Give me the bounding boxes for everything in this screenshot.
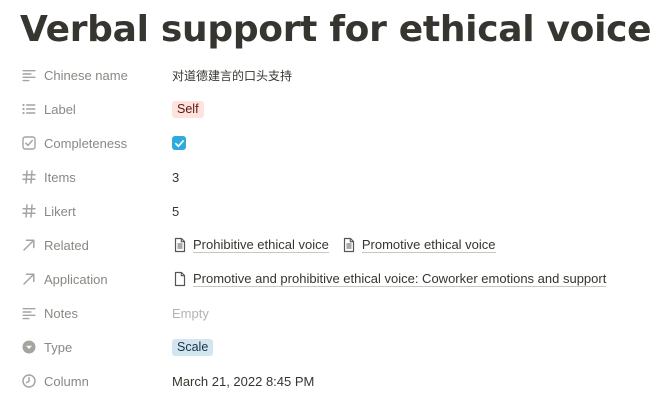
relation-link-text: Prohibitive ethical voice bbox=[193, 237, 329, 253]
property-label: Notes bbox=[44, 305, 78, 321]
page-title[interactable]: Verbal support for ethical voice bbox=[20, 6, 652, 54]
property-value-likert[interactable]: 5 bbox=[172, 194, 179, 228]
property-value-items[interactable]: 3 bbox=[172, 160, 179, 194]
property-key-column[interactable]: Column bbox=[20, 364, 165, 398]
property-value-completeness bbox=[172, 126, 186, 160]
property-key-label[interactable]: Label bbox=[20, 92, 165, 126]
relation-link-text: Promotive ethical voice bbox=[361, 237, 496, 253]
tag-scale[interactable]: Scale bbox=[172, 338, 214, 356]
document-lines-icon bbox=[341, 237, 357, 253]
tag-self[interactable]: Self bbox=[172, 100, 204, 118]
relation-link[interactable]: Prohibitive ethical voice bbox=[172, 237, 329, 253]
property-value-type[interactable]: Scale bbox=[172, 330, 214, 364]
property-label: Items bbox=[44, 169, 76, 185]
property-label: Application bbox=[44, 271, 108, 287]
property-key-notes[interactable]: Notes bbox=[20, 296, 165, 330]
property-label: Column bbox=[44, 373, 89, 389]
property-key-chinese-name[interactable]: Chinese name bbox=[20, 58, 165, 92]
property-row-likert: Likert 5 bbox=[0, 194, 661, 228]
property-key-application[interactable]: Application bbox=[20, 262, 165, 296]
property-row-column: Column March 21, 2022 8:45 PM bbox=[0, 364, 661, 398]
relation-arrow-icon bbox=[20, 270, 38, 288]
relation-link-text: Promotive and prohibitive ethical voice:… bbox=[193, 271, 607, 287]
property-label: Related bbox=[44, 237, 89, 253]
property-value-chinese-name[interactable]: 对道德建言的口头支持 bbox=[172, 58, 292, 92]
property-label: Completeness bbox=[44, 135, 128, 151]
hash-icon bbox=[20, 202, 38, 220]
relation-link[interactable]: Promotive ethical voice bbox=[341, 237, 496, 253]
hash-icon bbox=[20, 168, 38, 186]
property-row-completeness: Completeness bbox=[0, 126, 661, 160]
property-key-items[interactable]: Items bbox=[20, 160, 165, 194]
checkmark-icon bbox=[174, 139, 184, 147]
list-icon bbox=[20, 100, 38, 118]
property-value-label[interactable]: Self bbox=[172, 92, 204, 126]
property-row-label: Label Self bbox=[0, 92, 661, 126]
text-lines-icon bbox=[20, 304, 38, 322]
checkbox-icon bbox=[20, 134, 38, 152]
document-icon bbox=[172, 271, 188, 287]
property-row-items: Items 3 bbox=[0, 160, 661, 194]
property-row-type: Type Scale bbox=[0, 330, 661, 364]
property-value-related: Prohibitive ethical voice Promotive ethi… bbox=[172, 228, 508, 262]
property-key-likert[interactable]: Likert bbox=[20, 194, 165, 228]
property-row-related: Related Prohibitive ethical voice Promot… bbox=[0, 228, 661, 262]
text-lines-icon bbox=[20, 66, 38, 84]
relation-link[interactable]: Promotive and prohibitive ethical voice:… bbox=[172, 271, 607, 287]
property-key-type[interactable]: Type bbox=[20, 330, 165, 364]
property-label: Label bbox=[44, 101, 76, 117]
property-value-notes[interactable]: Empty bbox=[172, 296, 209, 330]
property-label: Chinese name bbox=[44, 67, 128, 83]
properties-panel: Chinese name 对道德建言的口头支持 Label Self Compl… bbox=[0, 58, 661, 398]
property-row-notes: Notes Empty bbox=[0, 296, 661, 330]
completeness-checkbox[interactable] bbox=[172, 136, 186, 150]
relation-arrow-icon bbox=[20, 236, 38, 254]
clock-icon bbox=[20, 372, 38, 390]
property-value-column[interactable]: March 21, 2022 8:45 PM bbox=[172, 364, 314, 398]
property-label: Type bbox=[44, 339, 73, 355]
select-circle-icon bbox=[20, 338, 38, 356]
property-row-chinese-name: Chinese name 对道德建言的口头支持 bbox=[0, 58, 661, 92]
document-lines-icon bbox=[172, 237, 188, 253]
property-key-completeness[interactable]: Completeness bbox=[20, 126, 165, 160]
property-key-related[interactable]: Related bbox=[20, 228, 165, 262]
property-label: Likert bbox=[44, 203, 76, 219]
property-value-application: Promotive and prohibitive ethical voice:… bbox=[172, 262, 618, 296]
property-row-application: Application Promotive and prohibitive et… bbox=[0, 262, 661, 296]
